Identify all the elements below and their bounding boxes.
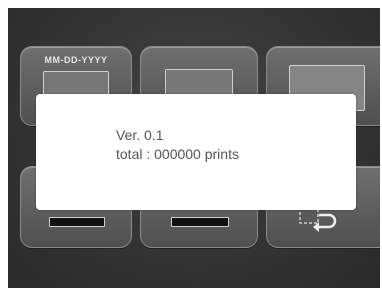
printer-screen: MM-DD-YYYY Ver. 0.1 total : 000000 print: [0, 0, 382, 288]
version-text: Ver. 0.1: [116, 127, 164, 143]
print-slot-icon: [49, 217, 105, 227]
total-prints-text: total : 000000 prints: [116, 146, 239, 162]
version-info-dialog: Ver. 0.1 total : 000000 prints: [36, 94, 356, 210]
date-format-label: MM-DD-YYYY: [44, 55, 108, 65]
print-slot-icon: [171, 217, 229, 227]
